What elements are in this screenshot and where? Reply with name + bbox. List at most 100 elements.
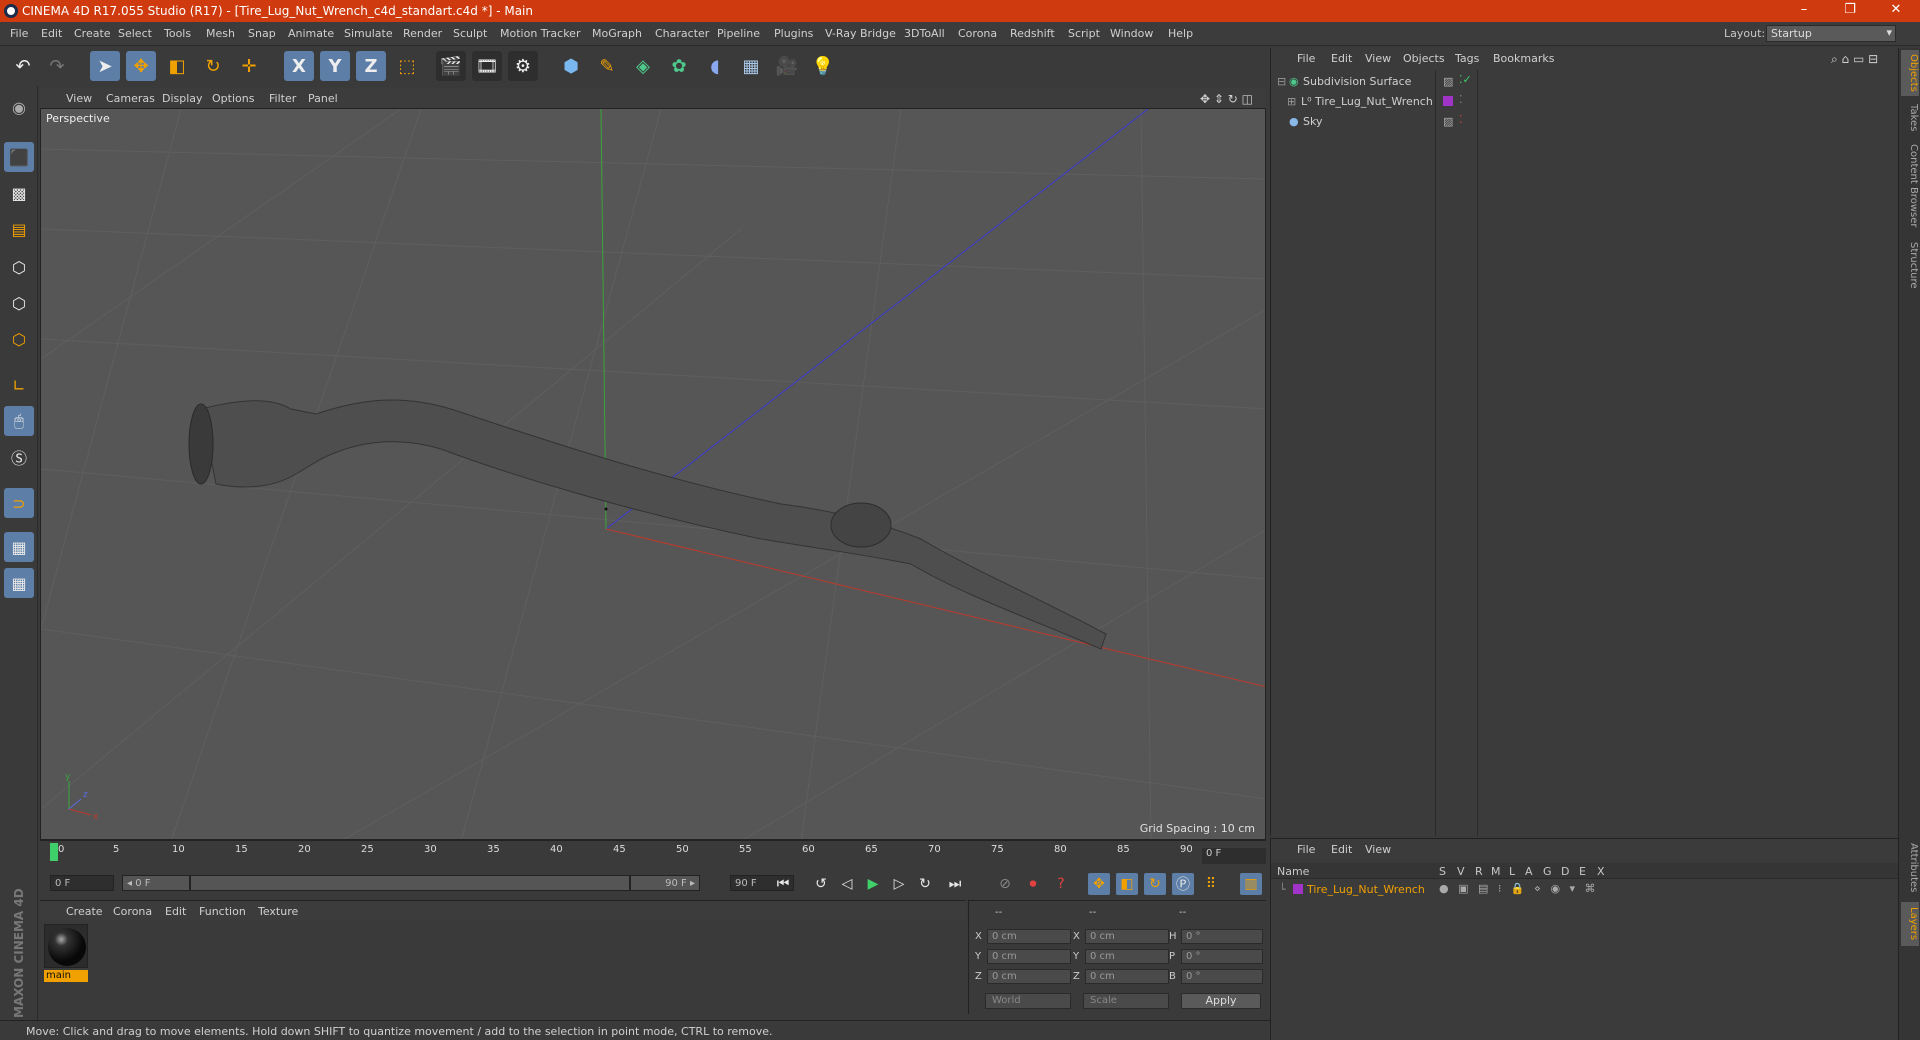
menu-animate[interactable]: Animate [288,27,334,40]
viewport-menu-filter[interactable]: Filter [269,92,296,105]
playhead[interactable] [50,843,58,861]
layer-color-swatch[interactable] [1443,96,1453,106]
layer-color-swatch[interactable] [1293,884,1303,894]
tab-takes[interactable]: Takes [1901,100,1919,136]
render-settings-icon[interactable]: ⚙ [508,51,538,81]
current-frame-field[interactable]: 0 F [1202,848,1266,864]
object-row[interactable]: ⊞ L⁰ Tire_Lug_Nut_Wrench ⁚ [1275,92,1899,112]
object-name[interactable]: Subdivision Surface [1303,75,1411,88]
viewport-menu-display[interactable]: Display [162,92,203,105]
enabled-check-icon[interactable]: ⁚✓ [1459,73,1472,86]
menu-create[interactable]: Create [74,27,111,40]
size-x-field[interactable]: 0 cm [1085,929,1169,944]
go-to-start-icon[interactable]: ⏮ [772,873,794,895]
material-thumbnail[interactable] [44,924,88,968]
camera-icon[interactable]: 🎥 [772,51,802,81]
rotation-h-field[interactable]: 0 ° [1181,929,1263,944]
autokey-icon[interactable]: ? [1050,873,1072,895]
layer-menu-file[interactable]: File [1297,843,1315,856]
obj-menu-bookmarks[interactable]: Bookmarks [1493,52,1554,65]
menu-help[interactable]: Help [1168,27,1193,40]
move-icon[interactable]: ✥ [126,51,156,81]
texture-mode-icon[interactable]: ▩ [4,178,34,208]
live-select-icon[interactable]: ✛ [234,51,264,81]
layer-name[interactable]: Tire_Lug_Nut_Wrench [1307,883,1425,896]
menu-select[interactable]: Select [118,27,152,40]
material-menu-corona[interactable]: Corona [113,905,152,918]
range-end[interactable]: 90 F ▸ [630,875,700,891]
material-menu-edit[interactable]: Edit [165,905,186,918]
layer-menu-view[interactable]: View [1365,843,1391,856]
y-axis-icon[interactable]: Y [320,51,350,81]
subdivision-icon[interactable]: ◈ [628,51,658,81]
material-menu-create[interactable]: Create [66,905,103,918]
apply-button[interactable]: Apply [1181,993,1261,1009]
pen-icon[interactable]: ✎ [592,51,622,81]
lock-workplane-icon[interactable]: ▦ [4,532,34,562]
layer-row[interactable]: └ Tire_Lug_Nut_Wrench ● ▣ ▤ ⁝ 🔒 ⋄ ◉ ▾ ⌘ [1271,881,1899,897]
edges-mode-icon[interactable]: ⬡ [4,288,34,318]
3d-viewport[interactable]: y z x Perspective Grid Spacing : 10 cm [40,108,1266,840]
key-scale-icon[interactable]: ◧ [1116,873,1138,895]
points-mode-icon[interactable]: ⬡ [4,252,34,282]
menu-edit[interactable]: Edit [41,27,62,40]
menu-corona[interactable]: Corona [958,27,997,40]
tweak-mode-icon[interactable]: 🖱 [4,406,34,436]
menu-file[interactable]: File [10,27,28,40]
menu-script[interactable]: Script [1068,27,1100,40]
polygons-mode-icon[interactable]: ⬡ [4,324,34,354]
range-slider[interactable] [190,875,630,891]
deformer-icon[interactable]: ◖ [700,51,730,81]
visibility-dots-icon[interactable]: ⁚ [1459,113,1463,126]
menu-simulate[interactable]: Simulate [344,27,393,40]
make-editable-icon[interactable]: ◉ [4,92,34,122]
obj-menu-file[interactable]: File [1297,52,1315,65]
cloner-icon[interactable]: ✿ [664,51,694,81]
render-view-icon[interactable]: 🎬 [436,51,466,81]
object-row[interactable]: ● Sky ▨ ⁚ [1275,112,1899,132]
tab-content-browser[interactable]: Content Browser [1901,140,1919,232]
obj-menu-view[interactable]: View [1365,52,1391,65]
expand-icon[interactable]: ⊞ [1287,95,1296,108]
floor-icon[interactable]: ▦ [736,51,766,81]
redo-icon[interactable]: ↷ [42,51,72,81]
rotation-p-field[interactable]: 0 ° [1181,949,1263,964]
menu-sculpt[interactable]: Sculpt [453,27,487,40]
menu-window[interactable]: Window [1110,27,1153,40]
object-name[interactable]: Tire_Lug_Nut_Wrench [1315,95,1433,108]
tab-objects[interactable]: Objects [1901,50,1919,96]
object-name[interactable]: Sky [1303,115,1322,128]
close-button[interactable]: ✕ [1876,2,1916,20]
menu-pipeline[interactable]: Pipeline [717,27,760,40]
keyframe-selection-icon[interactable]: ⊘ [994,873,1016,895]
undo-icon[interactable]: ↶ [8,51,38,81]
cube-icon[interactable]: ⬢ [556,51,586,81]
go-to-end-icon[interactable]: ⏭ [944,873,966,895]
obj-search-icon[interactable]: ⌕ ⌂ ▭ ⊟ [1831,52,1878,67]
magnet-icon[interactable]: ⊃ [4,488,34,518]
rotation-b-field[interactable]: 0 ° [1181,969,1263,984]
material-name[interactable]: main [44,970,88,982]
previous-key-icon[interactable]: ↺ [810,873,832,895]
viewport-menu-panel[interactable]: Panel [308,92,338,105]
workplane-icon[interactable]: ▤ [4,214,34,244]
timeline-window-icon[interactable]: ▥ [1240,873,1262,895]
layer-toggles[interactable]: ● ▣ ▤ ⁝ 🔒 ⋄ ◉ ▾ ⌘ [1439,882,1599,895]
expand-icon[interactable]: ⊟ [1277,75,1286,88]
coordinate-system-icon[interactable]: ⬚ [392,51,422,81]
wrench-model[interactable] [188,399,1107,650]
light-icon[interactable]: 💡 [808,51,838,81]
menu-mograph[interactable]: MoGraph [592,27,642,40]
record-icon[interactable]: ⏺ [1022,873,1044,895]
menu-motion-tracker[interactable]: Motion Tracker [500,27,580,40]
key-pla-icon[interactable]: ⠿ [1200,873,1222,895]
play-icon[interactable]: ▶ [862,873,884,895]
menu-plugins[interactable]: Plugins [774,27,813,40]
axis-mode-icon[interactable]: ∟ [4,370,34,400]
viewport-nav-icons[interactable]: ✥ ⇕ ↻ ◫ [1200,92,1253,106]
size-z-field[interactable]: 0 cm [1085,969,1169,984]
tab-attributes[interactable]: Attributes [1901,838,1919,898]
restore-button[interactable]: ❐ [1830,2,1870,20]
visibility-dots-icon[interactable]: ⁚ [1459,93,1463,106]
menu-render[interactable]: Render [403,27,442,40]
